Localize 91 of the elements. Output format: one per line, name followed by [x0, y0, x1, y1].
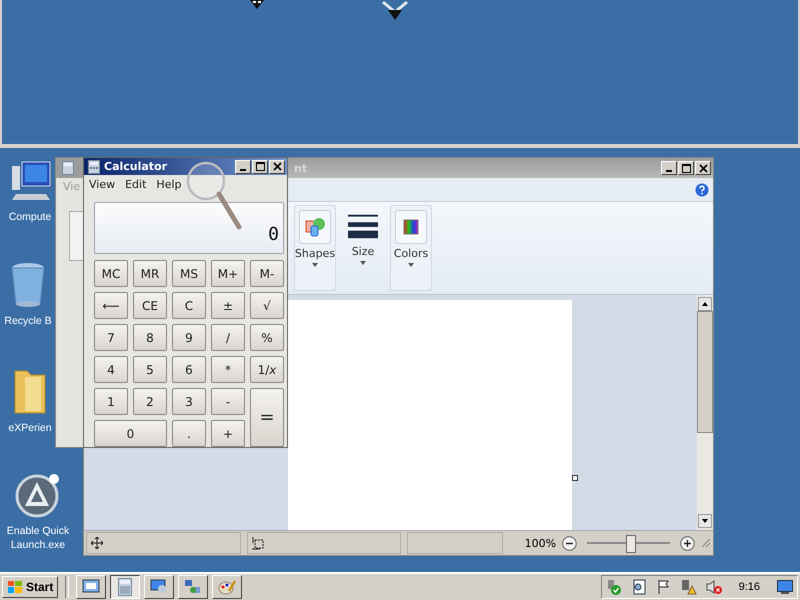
desktop-icon-label[interactable]: eXPerien — [8, 421, 52, 435]
calculator-key[interactable]: 8 — [133, 324, 167, 351]
calculator-key[interactable]: M- — [250, 260, 284, 287]
server-manager-icon — [82, 579, 100, 595]
app-icon[interactable] — [15, 472, 61, 518]
calculator-key[interactable]: - — [211, 388, 245, 415]
resize-grip-icon[interactable] — [701, 538, 711, 548]
selection-size-icon — [252, 536, 265, 550]
calculator-key[interactable]: * — [211, 356, 245, 383]
minimize-icon — [666, 170, 672, 172]
calculator-key[interactable]: M+ — [211, 260, 245, 287]
calculator-key[interactable]: % — [250, 324, 284, 351]
close-button[interactable] — [695, 161, 711, 175]
ribbon-button[interactable]: Size — [342, 205, 384, 291]
help-icon[interactable] — [695, 182, 709, 196]
calculator-key[interactable]: 3 — [172, 388, 206, 415]
caret-icon — [408, 263, 414, 267]
magnifier-document-icon[interactable] — [630, 579, 647, 595]
menu-item[interactable]: View — [89, 178, 116, 191]
close-button[interactable] — [269, 160, 285, 174]
taskbar-button[interactable] — [110, 575, 140, 599]
down-arrow-icon[interactable] — [382, 0, 408, 22]
desktop-icon-label[interactable]: Compute — [8, 210, 52, 224]
zoom-out-icon[interactable] — [562, 536, 577, 550]
calculator-key[interactable]: . — [172, 420, 206, 447]
calculator-icon — [88, 160, 100, 174]
calculator-key[interactable]: 2 — [133, 388, 167, 415]
start-button[interactable]: Start — [2, 576, 58, 598]
maximize-button[interactable] — [678, 161, 694, 175]
calculator-key[interactable]: MS — [172, 260, 206, 287]
vertical-scrollbar[interactable] — [697, 295, 713, 530]
minimize-button[interactable] — [235, 160, 251, 174]
calculator-icon — [62, 161, 74, 175]
resize-handle[interactable] — [572, 475, 578, 481]
minimize-button[interactable] — [661, 161, 677, 175]
network-warning-icon[interactable] — [680, 579, 697, 595]
zoom-level-text: 100% — [524, 536, 556, 550]
caret-icon — [360, 261, 366, 265]
desktop-icon-label[interactable]: Recycle B — [4, 314, 52, 328]
calculator-key[interactable]: √ — [250, 292, 284, 319]
window-title: Calculator — [104, 160, 168, 174]
calculator-icon — [118, 578, 132, 596]
calculator-key[interactable]: CE — [133, 292, 167, 319]
calculator-key[interactable]: 0 — [94, 420, 167, 447]
close-icon — [698, 164, 708, 172]
flag-icon[interactable] — [656, 579, 672, 595]
maximize-icon — [256, 162, 264, 172]
security-check-icon[interactable] — [606, 579, 622, 595]
calculator-key[interactable]: 4 — [94, 356, 128, 383]
palette-icon — [218, 579, 236, 595]
clock[interactable]: 9:16 — [738, 581, 760, 593]
desktop-icon-label[interactable]: Enable Quick Launch.exe — [2, 524, 74, 552]
calculator-key[interactable]: 1 — [94, 388, 128, 415]
recycle-bin-icon[interactable] — [10, 262, 46, 308]
calculator-key[interactable]: 6 — [172, 356, 206, 383]
calculator-key[interactable]: 9 — [172, 324, 206, 351]
close-icon — [272, 162, 282, 172]
calculator-key[interactable]: MR — [133, 260, 167, 287]
magnifier-icon — [186, 160, 244, 232]
calculator-key[interactable]: / — [211, 324, 245, 351]
calculator-key[interactable]: = — [250, 388, 284, 447]
calculator-key[interactable]: ± — [211, 292, 245, 319]
volume-muted-icon[interactable] — [706, 579, 722, 595]
menu-item[interactable]: Help — [156, 178, 182, 191]
calculator-key[interactable]: C — [172, 292, 206, 319]
network-icon — [184, 579, 202, 595]
scroll-up-icon[interactable] — [698, 297, 712, 311]
calculator-key[interactable]: 7 — [94, 324, 128, 351]
scroll-down-icon[interactable] — [698, 514, 712, 528]
calculator-key[interactable]: + — [211, 420, 245, 447]
display-value: 0 — [268, 224, 279, 245]
maximize-button[interactable] — [252, 160, 268, 174]
calculator-key[interactable]: MC — [94, 260, 128, 287]
calculator-key[interactable]: 1/x — [250, 356, 284, 383]
show-desktop-icon[interactable] — [777, 580, 793, 594]
color-palette-icon — [403, 219, 419, 235]
zoom-slider[interactable] — [586, 533, 670, 553]
maximize-icon — [682, 164, 690, 172]
zoom-in-icon[interactable] — [680, 536, 696, 550]
line-sizes-icon — [348, 212, 378, 240]
ribbon-button[interactable]: Colors — [390, 205, 432, 291]
monitor-icon — [150, 579, 168, 595]
minimize-icon — [240, 168, 246, 171]
ribbon-button[interactable]: Shapes — [294, 205, 336, 291]
caret-icon — [312, 263, 318, 267]
calculator-key[interactable]: ⟵ — [94, 292, 128, 319]
calculator-key[interactable]: 5 — [133, 356, 167, 383]
windows-logo-icon — [7, 580, 23, 594]
shapes-icon — [304, 216, 326, 238]
menu-item[interactable]: Edit — [125, 178, 146, 191]
move-cursor-icon — [91, 537, 103, 549]
